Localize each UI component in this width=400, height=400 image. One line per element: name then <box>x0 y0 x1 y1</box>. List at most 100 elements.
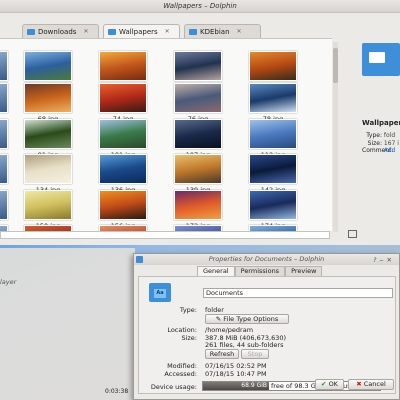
tab-kdebian[interactable]: KDEbian ✕ <box>184 24 261 38</box>
tab-label: KDEbian <box>200 27 230 36</box>
information-panel: Wallpapers Type: fold Size: 167 i Commen… <box>340 38 400 233</box>
folder-icon <box>136 256 143 263</box>
wallpaper-thumbnail[interactable] <box>24 83 72 113</box>
properties-dialog: Properties for Documents – Dolphin ?‒✕ G… <box>133 253 400 400</box>
dolphin-title: Wallpapers – Dolphin <box>163 2 237 10</box>
wallpaper-thumbnail[interactable] <box>24 154 72 184</box>
ok-label: OK <box>328 380 338 388</box>
wallpaper-thumbnail[interactable] <box>24 190 72 220</box>
file-type-options-button[interactable]: ✎ File Type Options <box>205 314 289 324</box>
scrollbar-handle[interactable] <box>333 48 338 83</box>
status-bar <box>0 231 330 239</box>
info-folder-name: Wallpapers <box>362 119 400 127</box>
close-icon[interactable]: ✕ <box>165 28 170 35</box>
dolphin-titlebar[interactable]: Wallpapers – Dolphin <box>0 0 400 13</box>
stop-button[interactable]: Stop <box>241 349 269 359</box>
info-row: Comment: Add <box>362 147 399 155</box>
properties-tabs: General Permissions Preview <box>197 266 323 276</box>
tab-permissions[interactable]: Permissions <box>234 266 286 276</box>
file-type-options-label: File Type Options <box>223 315 279 323</box>
stop-label: Stop <box>247 350 263 358</box>
ok-button[interactable]: ✔ OK <box>315 379 344 390</box>
info-row: Type: fold <box>362 132 399 140</box>
size-label: Size: <box>181 334 197 342</box>
location-label: Location: <box>167 326 197 334</box>
wallpaper-thumbnail[interactable] <box>174 154 222 184</box>
wallpaper-thumbnail[interactable] <box>99 83 147 113</box>
configure-icon: ✎ <box>215 315 222 323</box>
wallpaper-thumbnail[interactable] <box>24 51 72 81</box>
folder-documents-icon[interactable]: Aa <box>149 283 171 302</box>
usage-used-text: 68.9 GiB <box>241 382 267 389</box>
wallpaper-thumbnail[interactable] <box>249 119 297 149</box>
modified-label: Modified: <box>167 362 197 370</box>
check-icon: ✔ <box>321 380 327 388</box>
device-usage-label: Device usage: <box>150 383 197 391</box>
tab-downloads[interactable]: Downloads ✕ <box>22 24 99 38</box>
accessed-label: Accessed: <box>164 370 197 378</box>
info-rows: Type: fold Size: 167 i Comment: Add <box>362 132 399 155</box>
window-buttons: ?‒✕ <box>373 255 395 266</box>
player-title: layer <box>0 278 17 286</box>
cancel-button[interactable]: ✖ Cancel <box>348 379 394 390</box>
wallpaper-thumbnail[interactable] <box>99 154 147 184</box>
vertical-scrollbar[interactable] <box>333 42 338 232</box>
info-key: Type: <box>366 132 382 139</box>
general-panel: Aa Documents Type: folder ✎ File Type Op… <box>138 276 396 394</box>
accessed-value: 07/18/15 10:47 PM <box>205 370 267 378</box>
close-icon[interactable]: ✕ <box>237 28 242 35</box>
type-value: folder <box>205 306 224 314</box>
cancel-label: Cancel <box>363 380 386 388</box>
wallpaper-thumbnail[interactable] <box>0 154 8 184</box>
type-label: Type: <box>179 306 197 314</box>
wallpaper-thumbnail[interactable] <box>0 190 8 220</box>
wallpaper-thumbnail[interactable] <box>249 83 297 113</box>
contains-value: 261 files, 44 sub-folders <box>205 341 284 349</box>
wallpaper-thumbnail[interactable] <box>99 190 147 220</box>
wallpaper-thumbnail[interactable] <box>174 83 222 113</box>
info-row: Size: 167 i <box>362 140 399 148</box>
dolphin-tab-bar: Downloads ✕ Wallpapers ✕ KDEbian ✕ <box>0 24 330 38</box>
close-icon[interactable]: ✕ <box>387 256 395 264</box>
minimize-icon[interactable]: ‒ <box>379 256 386 264</box>
refresh-label: Refresh <box>209 350 235 358</box>
tab-general[interactable]: General <box>197 266 235 276</box>
add-comment-link[interactable]: Add <box>384 147 396 154</box>
wallpaper-thumbnail[interactable] <box>249 190 297 220</box>
modified-value: 07/16/15 02:52 PM <box>205 362 267 370</box>
close-icon[interactable]: ✕ <box>83 28 88 35</box>
wallpaper-thumbnail[interactable] <box>174 190 222 220</box>
folder-icon <box>189 28 197 35</box>
wallpaper-thumbnail[interactable] <box>0 51 8 81</box>
tab-label: Downloads <box>38 27 77 36</box>
wallpaper-thumbnail[interactable] <box>249 51 297 81</box>
info-key: Comment: <box>362 147 394 154</box>
zoom-icon[interactable] <box>348 230 357 238</box>
folder-icon <box>108 28 116 35</box>
folder-pictures-icon <box>362 43 400 76</box>
wallpaper-thumbnail[interactable] <box>249 154 297 184</box>
wallpaper-thumbnail[interactable] <box>99 119 147 149</box>
player-time: 0:03:38 <box>105 388 129 395</box>
cancel-icon: ✖ <box>356 380 362 388</box>
media-player-window: layer <box>0 248 135 400</box>
wallpaper-thumbnail[interactable] <box>0 83 8 113</box>
tab-wallpapers[interactable]: Wallpapers ✕ <box>103 24 180 38</box>
properties-titlebar[interactable]: Properties for Documents – Dolphin ?‒✕ <box>134 254 399 265</box>
wallpaper-thumbnail[interactable] <box>174 119 222 149</box>
wallpaper-thumbnail[interactable] <box>174 51 222 81</box>
folder-icon-glyph: Aa <box>154 289 166 298</box>
info-value: fold <box>383 132 396 139</box>
file-view[interactable]: 15.jpg18.jpg19.jpg21.jpg68.jpg74.jpg76.j… <box>0 38 332 231</box>
wallpaper-thumbnail[interactable] <box>24 119 72 149</box>
tab-label: Wallpapers <box>119 27 158 36</box>
tab-preview[interactable]: Preview <box>285 266 323 276</box>
info-key: Size: <box>367 139 382 147</box>
name-field[interactable]: Documents <box>203 288 393 298</box>
refresh-button[interactable]: Refresh <box>205 349 239 359</box>
location-value: /home/pedram <box>205 326 254 334</box>
info-value: 167 i <box>383 139 399 147</box>
dolphin-window: Wallpapers – Dolphin Downloads ✕ Wallpap… <box>0 0 400 245</box>
wallpaper-thumbnail[interactable] <box>0 119 8 149</box>
wallpaper-thumbnail[interactable] <box>99 51 147 81</box>
